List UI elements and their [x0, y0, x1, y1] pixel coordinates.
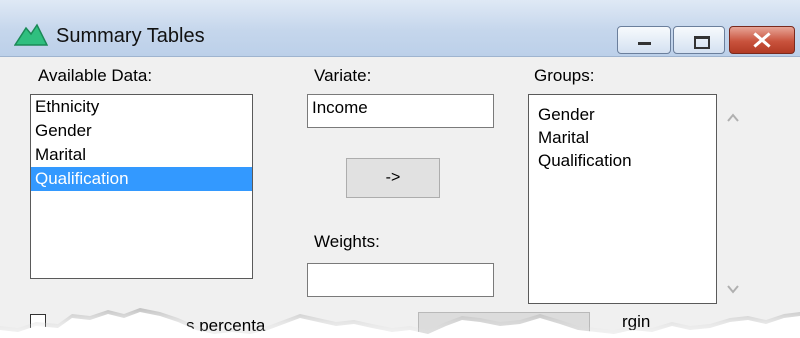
weights-label: Weights:: [314, 232, 380, 251]
summary-tables-window: Summary Tables Available Data: Ethnicity…: [0, 0, 800, 338]
chevron-up-icon[interactable]: [726, 111, 740, 125]
available-data-list[interactable]: Ethnicity Gender Marital Qualification: [30, 94, 253, 279]
close-button[interactable]: [729, 26, 795, 54]
list-item[interactable]: Marital: [31, 143, 252, 167]
window-title: Summary Tables: [56, 25, 205, 47]
variate-label: Variate:: [314, 66, 372, 85]
maximize-button[interactable]: [673, 26, 725, 54]
available-data-label: Available Data:: [38, 66, 153, 85]
list-item[interactable]: Marital: [529, 126, 716, 149]
list-item-selected[interactable]: Qualification: [31, 167, 252, 191]
weights-field[interactable]: [307, 263, 494, 297]
chevron-down-icon[interactable]: [726, 282, 740, 296]
variate-field[interactable]: Income: [307, 94, 494, 128]
list-item[interactable]: Gender: [31, 119, 252, 143]
torn-edge: [0, 308, 800, 338]
list-item[interactable]: Qualification: [529, 149, 716, 172]
minimize-icon: [638, 42, 651, 45]
move-to-groups-button[interactable]: ->: [346, 158, 440, 198]
maximize-icon: [694, 36, 710, 49]
list-item[interactable]: Gender: [529, 103, 716, 126]
title-bar[interactable]: Summary Tables: [0, 0, 800, 57]
groups-list[interactable]: Gender Marital Qualification: [528, 94, 717, 304]
app-icon: [14, 23, 48, 46]
minimize-button[interactable]: [617, 26, 671, 54]
close-icon: [753, 32, 771, 48]
list-item[interactable]: Ethnicity: [31, 95, 252, 119]
groups-label: Groups:: [534, 66, 595, 85]
